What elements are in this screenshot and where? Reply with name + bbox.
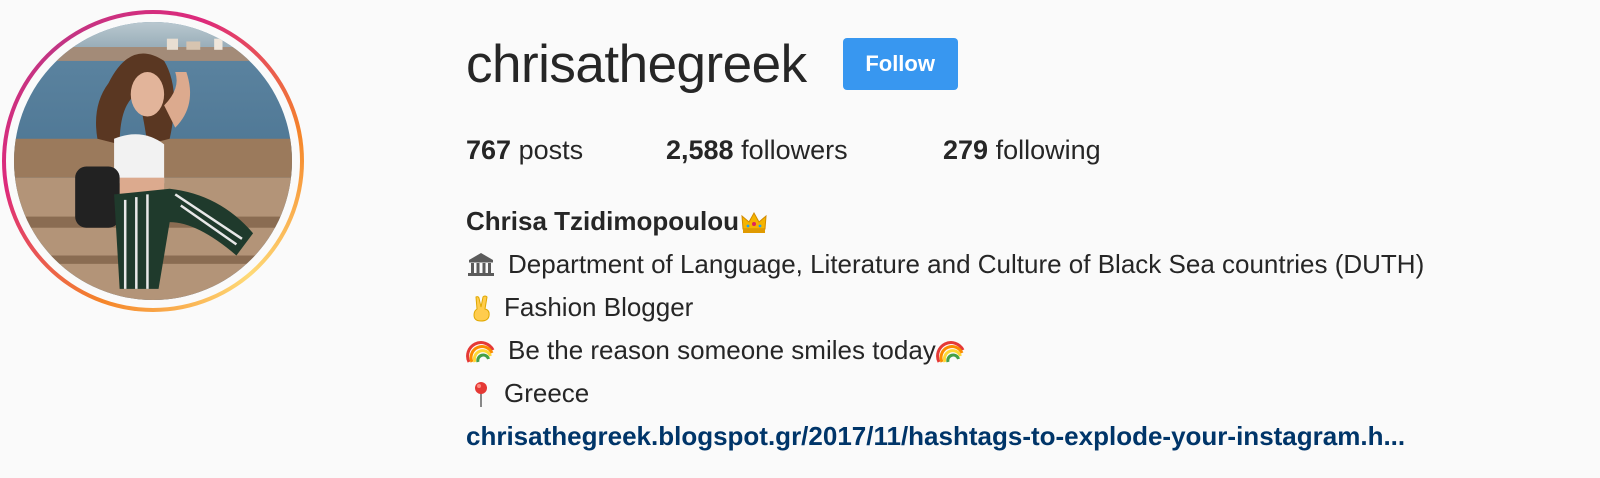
- bio-line-link: chrisathegreek.blogspot.gr/2017/11/hasht…: [466, 415, 1586, 458]
- profile-page: chrisathegreek Follow 767 posts 2,588 fo…: [0, 0, 1600, 478]
- follow-button[interactable]: Follow: [842, 38, 958, 90]
- posts-count-value: 767: [466, 135, 512, 165]
- profile-stats: 767 posts 2,588 followers 279 following: [466, 130, 1101, 170]
- bio-line-location: Greece: [466, 372, 1586, 415]
- profile-avatar-story-ring[interactable]: [2, 10, 304, 312]
- following-count-value: 279: [943, 135, 989, 165]
- rainbow-icon: [935, 336, 966, 366]
- posts-count-label: posts: [518, 135, 584, 165]
- bio-text-location: Greece: [504, 378, 590, 408]
- round-pushpin-icon: [466, 379, 496, 409]
- classical-building-icon: [466, 250, 496, 280]
- bio-text-blogger: Fashion Blogger: [504, 292, 694, 322]
- avatar-photo: [14, 22, 292, 300]
- profile-bio: Chrisa Tzidimopoulou Department of Langu…: [466, 200, 1586, 458]
- bio-text-education: Department of Language, Literature and C…: [508, 249, 1425, 279]
- victory-hand-icon: [466, 293, 496, 323]
- avatar-frame: [6, 14, 300, 308]
- username: chrisathegreek: [466, 34, 807, 94]
- website-link[interactable]: chrisathegreek.blogspot.gr/2017/11/hasht…: [466, 415, 1405, 458]
- posts-count[interactable]: 767 posts: [466, 130, 666, 170]
- full-name: Chrisa Tzidimopoulou: [466, 206, 739, 236]
- bio-line-quote: Be the reason someone smiles today: [466, 329, 1586, 372]
- avatar[interactable]: [14, 22, 292, 300]
- followers-count[interactable]: 2,588 followers: [666, 130, 943, 170]
- crown-icon: [739, 207, 769, 237]
- following-count[interactable]: 279 following: [943, 130, 1101, 170]
- profile-header: chrisathegreek Follow: [466, 24, 958, 104]
- bio-text-quote: Be the reason someone smiles today: [508, 335, 936, 365]
- followers-count-value: 2,588: [666, 135, 734, 165]
- bio-line-education: Department of Language, Literature and C…: [466, 243, 1586, 286]
- rainbow-icon: [466, 336, 496, 366]
- full-name-line: Chrisa Tzidimopoulou: [466, 200, 1586, 243]
- following-count-label: following: [995, 135, 1101, 165]
- followers-count-label: followers: [741, 135, 848, 165]
- bio-line-blogger: Fashion Blogger: [466, 286, 1586, 329]
